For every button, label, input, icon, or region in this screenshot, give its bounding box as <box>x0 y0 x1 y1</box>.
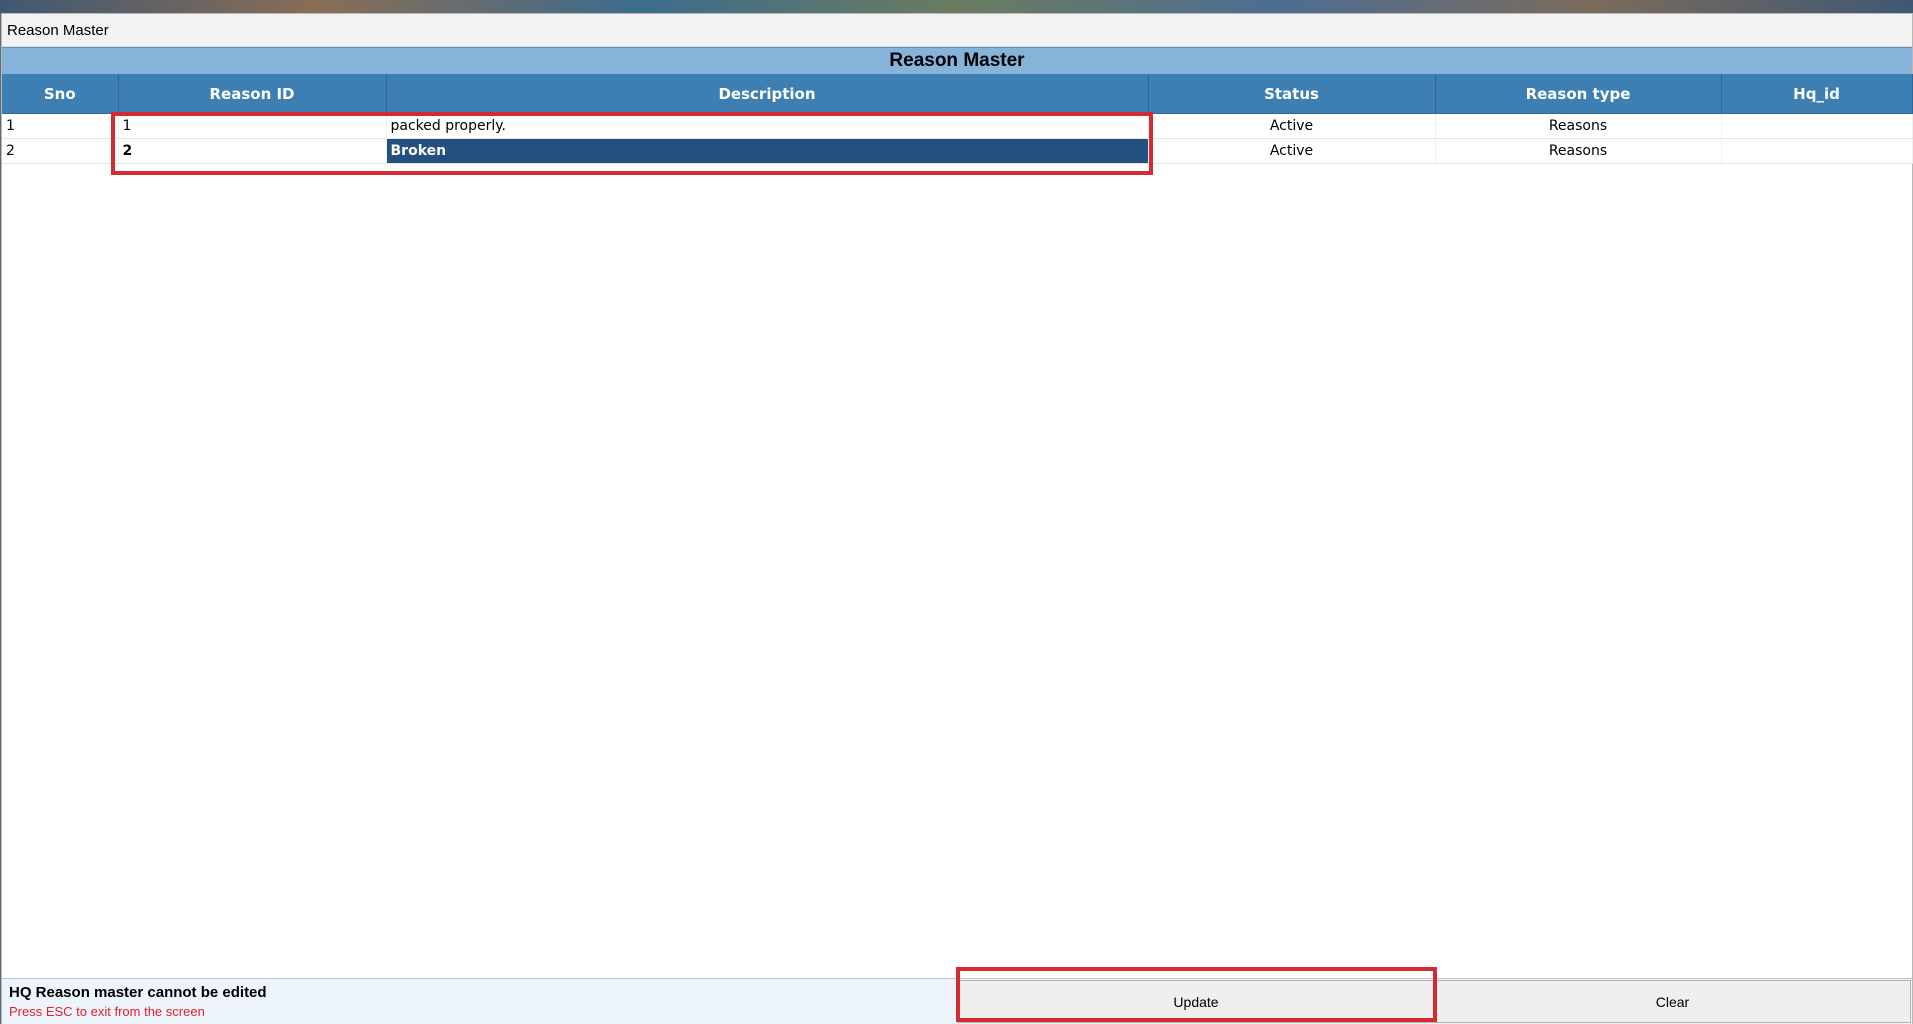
cell-reason-type[interactable]: Reasons <box>1435 113 1722 139</box>
reason-master-window: Reason Master Reason Master Sno Reason I… <box>1 13 1913 1024</box>
table-row[interactable]: 1 1 packed properly. Active Reasons <box>2 113 1913 139</box>
cell-reason-id[interactable]: 1 <box>118 113 387 139</box>
column-header-reason-id[interactable]: Reason ID <box>118 74 387 114</box>
update-button[interactable]: Update <box>958 980 1434 1023</box>
footer-bar: HQ Reason master cannot be edited Press … <box>2 978 1912 1024</box>
cell-sno[interactable]: 2 <box>2 138 119 164</box>
clear-button[interactable]: Clear <box>1434 980 1911 1023</box>
exit-hint: Press ESC to exit from the screen <box>9 1004 205 1019</box>
status-message: HQ Reason master cannot be edited <box>9 984 267 1001</box>
cell-sno[interactable]: 1 <box>2 113 119 139</box>
page-title: Reason Master <box>2 47 1912 75</box>
reason-table: Sno Reason ID Description Status Reason … <box>2 74 1913 164</box>
cell-description-selected[interactable]: Broken <box>386 138 1149 164</box>
cell-hq-id[interactable] <box>1721 138 1913 164</box>
cell-reason-type[interactable]: Reasons <box>1435 138 1722 164</box>
column-header-description[interactable]: Description <box>386 74 1149 114</box>
cell-hq-id[interactable] <box>1721 113 1913 139</box>
column-header-status[interactable]: Status <box>1148 74 1436 114</box>
cell-status[interactable]: Active <box>1148 113 1436 139</box>
cell-description[interactable]: packed properly. <box>386 113 1149 139</box>
column-header-hq-id[interactable]: Hq_id <box>1721 74 1913 114</box>
cell-reason-id[interactable]: 2 <box>118 138 387 164</box>
table-header-row: Sno Reason ID Description Status Reason … <box>2 74 1913 114</box>
window-title: Reason Master <box>7 22 109 39</box>
title-bar: Reason Master <box>2 14 1912 47</box>
desktop-background <box>0 0 1913 14</box>
column-header-sno[interactable]: Sno <box>2 74 119 114</box>
cell-status[interactable]: Active <box>1148 138 1436 164</box>
table-row-selected[interactable]: 2 2 Broken Active Reasons <box>2 138 1913 164</box>
column-header-reason-type[interactable]: Reason type <box>1435 74 1722 114</box>
